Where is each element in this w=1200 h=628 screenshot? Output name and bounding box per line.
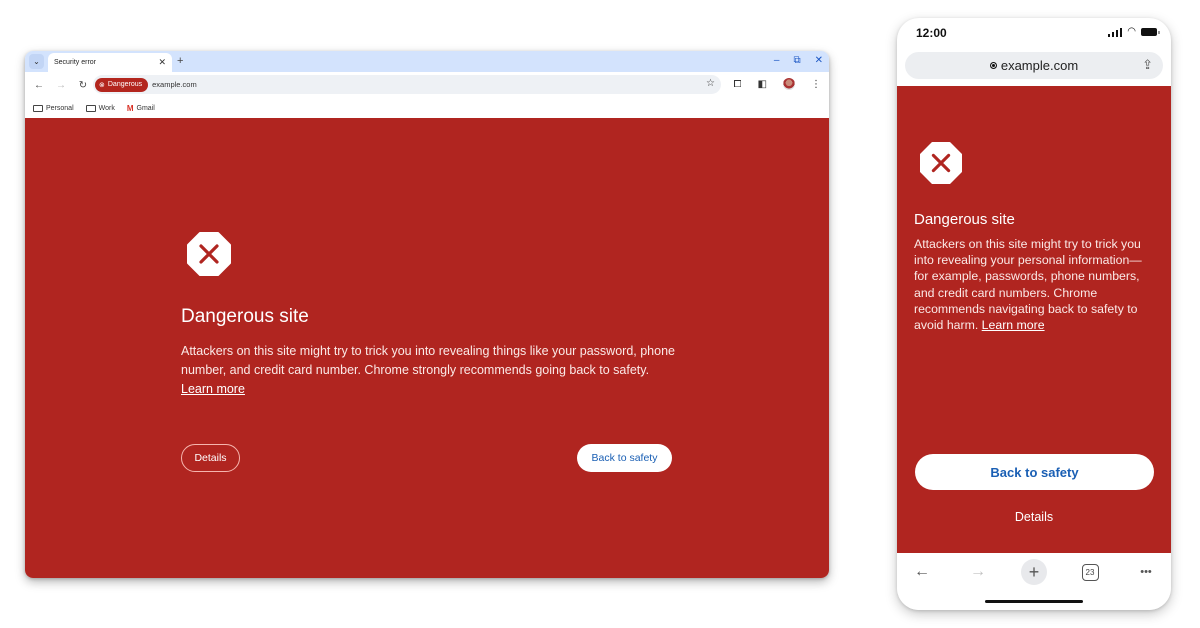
mobile-details-button[interactable]: Details	[897, 510, 1171, 524]
dangerous-security-chip[interactable]: ⊗ Dangerous	[95, 77, 149, 92]
omnibox[interactable]: ⊗ Dangerous example.com ☆	[93, 75, 721, 94]
profile-avatar[interactable]	[783, 78, 795, 90]
forward-arrow-icon[interactable]: →	[53, 80, 69, 91]
window-close-icon[interactable]: ✕	[815, 55, 823, 66]
folder-icon	[85, 104, 96, 112]
site-info-icon[interactable]	[989, 62, 997, 69]
status-bar: 12:00 ◠	[897, 18, 1171, 48]
side-panel-icon[interactable]: ◧	[758, 79, 767, 90]
mobile-new-tab-icon[interactable]: +	[1021, 559, 1047, 585]
bookmark-label: Personal	[46, 104, 74, 112]
tab-strip: ⌄ Security error ✕ + – ⧉ ✕	[25, 51, 829, 72]
page-title: Dangerous site	[181, 306, 309, 327]
extensions-icon[interactable]: ⧠	[734, 79, 742, 90]
cellular-signal-icon	[1107, 27, 1123, 37]
gmail-icon: M	[126, 103, 134, 113]
minimize-icon[interactable]: –	[774, 55, 780, 66]
back-to-safety-button[interactable]: Back to safety	[577, 444, 672, 472]
new-tab-button[interactable]: +	[177, 55, 183, 67]
chevron-down-icon: ⌄	[33, 57, 40, 66]
bookmark-work[interactable]: Work	[85, 104, 115, 112]
mobile-url-text: example.com	[1000, 58, 1079, 73]
mobile-interstitial-page: Dangerous site Attackers on this site mi…	[897, 86, 1171, 553]
bookmark-label: Gmail	[136, 104, 155, 112]
wifi-icon: ◠	[1127, 26, 1136, 37]
url-text[interactable]: example.com	[152, 80, 197, 89]
battery-icon	[1141, 28, 1160, 36]
interstitial-page: Dangerous site Attackers on this site mi…	[25, 118, 829, 578]
mobile-device: 12:00 ◠ example.com ⇪ Dangerous site Att…	[897, 18, 1171, 610]
home-indicator	[985, 600, 1083, 603]
mobile-back-to-safety-button[interactable]: Back to safety	[915, 454, 1154, 490]
danger-stop-icon	[920, 142, 962, 184]
mobile-bottom-toolbar: ← → + 23 •••	[897, 553, 1171, 610]
mobile-forward-icon[interactable]: →	[965, 559, 991, 585]
danger-circle-icon: ⊗	[99, 81, 105, 89]
bookmark-label: Work	[98, 104, 115, 112]
tab-search-button[interactable]: ⌄	[29, 54, 44, 69]
mobile-learn-more-link[interactable]: Learn more	[982, 318, 1045, 332]
back-arrow-icon[interactable]: ←	[31, 80, 47, 91]
bookmark-star-icon[interactable]: ☆	[706, 78, 715, 89]
tab-switcher-button[interactable]: 23	[1077, 559, 1103, 585]
learn-more-link[interactable]: Learn more	[181, 382, 245, 396]
mobile-warning-description: Attackers on this site might try to tric…	[914, 236, 1154, 333]
danger-stop-icon	[187, 232, 231, 276]
restore-icon[interactable]: ⧉	[793, 55, 800, 66]
bookmark-personal[interactable]: Personal	[33, 104, 74, 112]
tab-title: Security error	[54, 59, 97, 66]
security-chip-label: Dangerous	[107, 81, 143, 88]
tab-security-error[interactable]: Security error ✕	[48, 53, 172, 72]
toolbar-actions: ⧠ ◧ ⋮	[734, 78, 821, 90]
toolbar: ← → ↻ ⊗ Dangerous example.com ☆ ⧠ ◧ ⋮	[25, 72, 829, 98]
share-icon[interactable]: ⇪	[1142, 57, 1153, 73]
details-button[interactable]: Details	[181, 444, 240, 472]
desktop-browser-window: ⌄ Security error ✕ + – ⧉ ✕ ← → ↻ ⊗ Dange…	[25, 51, 829, 578]
tab-count-badge: 23	[1081, 563, 1099, 581]
mobile-page-title: Dangerous site	[914, 211, 1015, 228]
reload-icon[interactable]: ↻	[75, 80, 91, 91]
bookmark-gmail[interactable]: M Gmail	[127, 104, 155, 113]
status-icons: ◠	[1107, 26, 1160, 37]
more-menu-icon[interactable]: ⋮	[811, 79, 821, 90]
status-time: 12:00	[916, 26, 947, 40]
mobile-more-icon[interactable]: •••	[1133, 559, 1159, 585]
warning-body: Attackers on this site might try to tric…	[181, 344, 675, 377]
warning-description: Attackers on this site might try to tric…	[181, 342, 681, 399]
mobile-address-bar[interactable]: example.com ⇪	[905, 52, 1163, 79]
mobile-back-icon[interactable]: ←	[909, 559, 935, 585]
close-icon[interactable]: ✕	[158, 57, 166, 68]
bookmarks-bar: Personal Work M Gmail	[25, 98, 829, 118]
window-controls: – ⧉ ✕	[774, 55, 823, 66]
folder-icon	[33, 104, 43, 112]
